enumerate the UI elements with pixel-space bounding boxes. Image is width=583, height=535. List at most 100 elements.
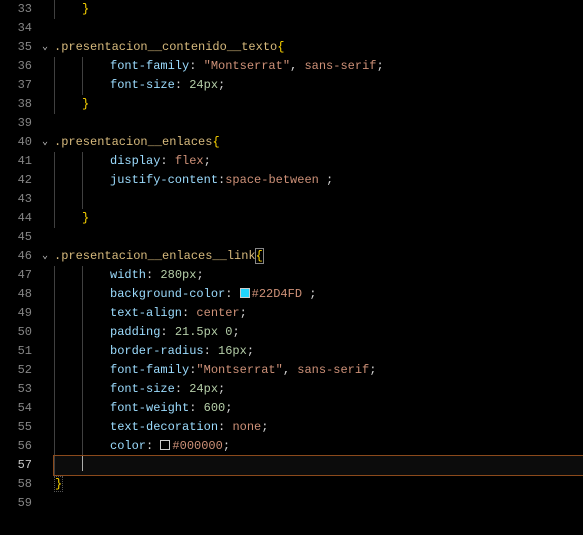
- code-line[interactable]: 49text-align: center;: [0, 304, 583, 323]
- token: :: [204, 344, 218, 358]
- code-content[interactable]: }: [54, 209, 583, 228]
- token: ,: [290, 59, 304, 73]
- fold-toggle[interactable]: ⌄: [36, 38, 54, 57]
- fold-toggle: [36, 494, 54, 513]
- line-number: 54: [0, 399, 36, 418]
- code-content[interactable]: [54, 114, 583, 133]
- code-content[interactable]: font-family:"Montserrat", sans-serif;: [54, 361, 583, 380]
- code-editor[interactable]: 33}3435⌄.presentacion__contenido__texto{…: [0, 0, 583, 535]
- token: #22D4FD: [252, 287, 302, 301]
- code-line[interactable]: 37 font-size: 24px;: [0, 76, 583, 95]
- code-line[interactable]: 40⌄.presentacion__enlaces{: [0, 133, 583, 152]
- fold-toggle: [36, 399, 54, 418]
- code-line[interactable]: 56color: #000000;: [0, 437, 583, 456]
- token: :: [146, 439, 160, 453]
- code-line[interactable]: 38}: [0, 95, 583, 114]
- token: ;: [232, 325, 239, 339]
- code-content[interactable]: }: [54, 0, 583, 19]
- code-line[interactable]: 51 border-radius: 16px;: [0, 342, 583, 361]
- code-content[interactable]: width: 280px;: [54, 266, 583, 285]
- code-content[interactable]: font-size: 24px;: [54, 380, 583, 399]
- code-line[interactable]: 41display: flex;: [0, 152, 583, 171]
- code-line[interactable]: 53font-size: 24px;: [0, 380, 583, 399]
- code-content[interactable]: [54, 19, 583, 38]
- code-line[interactable]: 45: [0, 228, 583, 247]
- fold-toggle[interactable]: ⌄: [36, 133, 54, 152]
- fold-toggle: [36, 152, 54, 171]
- code-line[interactable]: 59: [0, 494, 583, 513]
- token: }: [54, 476, 63, 492]
- line-number: 42: [0, 171, 36, 190]
- code-content[interactable]: text-decoration: none;: [54, 418, 583, 437]
- code-content[interactable]: }: [54, 95, 583, 114]
- code-content[interactable]: font-family: "Montserrat", sans-serif;: [54, 57, 583, 76]
- token: display: [110, 154, 160, 168]
- code-content[interactable]: }: [54, 475, 583, 494]
- code-line[interactable]: 33}: [0, 0, 583, 19]
- fold-toggle: [36, 437, 54, 456]
- code-line[interactable]: 57: [0, 456, 583, 475]
- fold-toggle: [36, 285, 54, 304]
- code-content[interactable]: .presentacion__contenido__texto{: [54, 38, 583, 57]
- code-line[interactable]: 48background-color: #22D4FD ;: [0, 285, 583, 304]
- code-line[interactable]: 36font-family: "Montserrat", sans-serif;: [0, 57, 583, 76]
- token: ;: [204, 154, 211, 168]
- token: {: [277, 40, 284, 54]
- fold-toggle: [36, 57, 54, 76]
- code-line[interactable]: 58}: [0, 475, 583, 494]
- fold-toggle: [36, 323, 54, 342]
- code-content[interactable]: [54, 494, 583, 513]
- color-swatch[interactable]: [160, 440, 170, 450]
- code-line[interactable]: 47width: 280px;: [0, 266, 583, 285]
- code-line[interactable]: 43: [0, 190, 583, 209]
- fold-toggle: [36, 380, 54, 399]
- code-line[interactable]: 46⌄.presentacion__enlaces__link{: [0, 247, 583, 266]
- fold-toggle[interactable]: ⌄: [36, 247, 54, 266]
- code-content[interactable]: font-size: 24px;: [54, 76, 583, 95]
- code-content[interactable]: text-align: center;: [54, 304, 583, 323]
- token: font-weight: [110, 401, 189, 415]
- code-content[interactable]: [54, 456, 583, 475]
- code-content[interactable]: border-radius: 16px;: [54, 342, 583, 361]
- code-line[interactable]: 39: [0, 114, 583, 133]
- code-line[interactable]: 55text-decoration: none;: [0, 418, 583, 437]
- line-number: 37: [0, 76, 36, 95]
- code-content[interactable]: justify-content:space-between ;: [54, 171, 583, 190]
- code-content[interactable]: [54, 228, 583, 247]
- token: ;: [261, 420, 268, 434]
- fold-toggle: [36, 228, 54, 247]
- line-number: 35: [0, 38, 36, 57]
- fold-toggle: [36, 475, 54, 494]
- fold-toggle: [36, 456, 54, 475]
- code-content[interactable]: font-weight: 600;: [54, 399, 583, 418]
- token: ;: [223, 439, 230, 453]
- fold-toggle: [36, 418, 54, 437]
- code-line[interactable]: 35⌄.presentacion__contenido__texto{: [0, 38, 583, 57]
- code-line[interactable]: 34: [0, 19, 583, 38]
- color-swatch[interactable]: [240, 288, 250, 298]
- code-content[interactable]: [54, 190, 583, 209]
- code-content[interactable]: padding: 21.5px 0;: [54, 323, 583, 342]
- token: ;: [369, 363, 376, 377]
- code-content[interactable]: display: flex;: [54, 152, 583, 171]
- code-line[interactable]: 42 justify-content:space-between ;: [0, 171, 583, 190]
- token: }: [82, 2, 89, 16]
- fold-toggle: [36, 76, 54, 95]
- code-content[interactable]: background-color: #22D4FD ;: [54, 285, 583, 304]
- code-line[interactable]: 54 font-weight: 600;: [0, 399, 583, 418]
- token: ;: [247, 344, 254, 358]
- token: :: [160, 154, 174, 168]
- line-number: 50: [0, 323, 36, 342]
- code-content[interactable]: .presentacion__enlaces__link{: [54, 247, 583, 266]
- line-number: 51: [0, 342, 36, 361]
- code-content[interactable]: .presentacion__enlaces{: [54, 133, 583, 152]
- code-line[interactable]: 50 padding: 21.5px 0;: [0, 323, 583, 342]
- code-content[interactable]: color: #000000;: [54, 437, 583, 456]
- line-number: 43: [0, 190, 36, 209]
- code-line[interactable]: 44}: [0, 209, 583, 228]
- line-number: 40: [0, 133, 36, 152]
- code-line[interactable]: 52font-family:"Montserrat", sans-serif;: [0, 361, 583, 380]
- token: space-between: [225, 173, 319, 187]
- token: .presentacion__enlaces__link: [54, 249, 256, 263]
- line-number: 46: [0, 247, 36, 266]
